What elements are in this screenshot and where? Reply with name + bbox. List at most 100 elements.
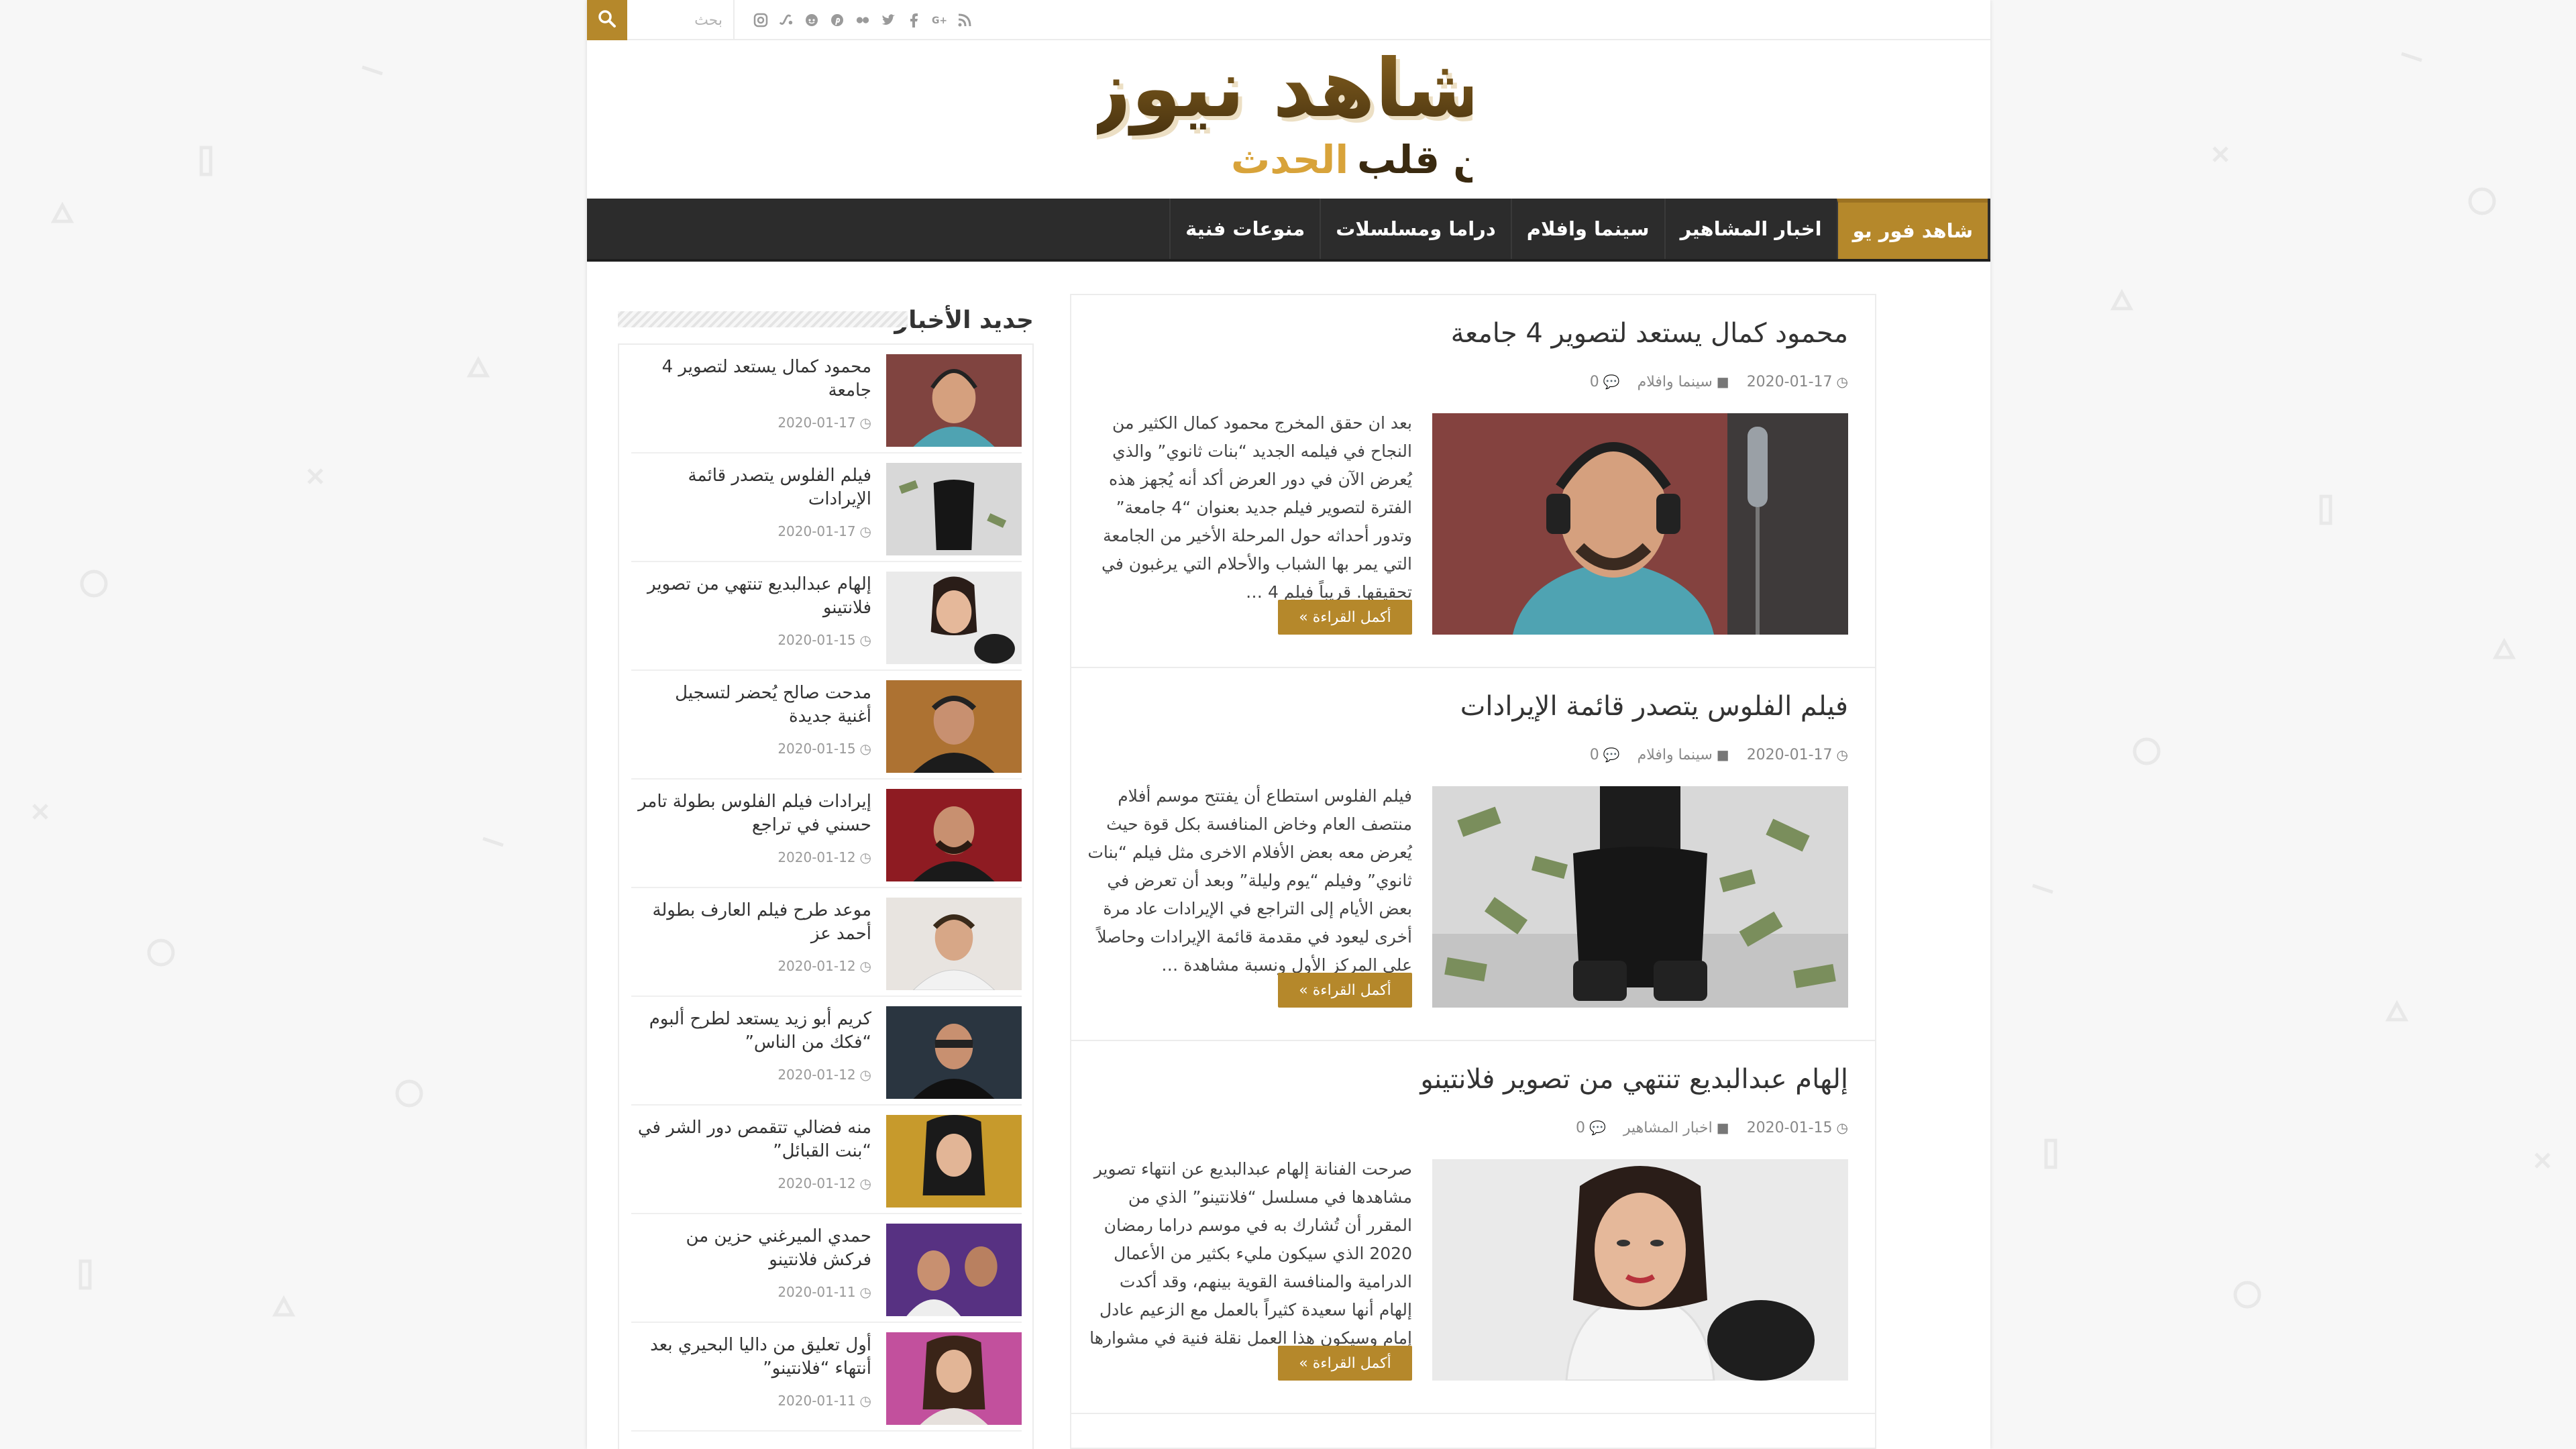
sidebar-thumbnail[interactable] [886, 572, 1022, 664]
nav-item-drama-series[interactable]: دراما ومسلسلات [1320, 199, 1510, 259]
nav-item-cinema-films[interactable]: سينما وافلام [1510, 199, 1664, 259]
clock-icon: ◷ [859, 1067, 871, 1083]
widget-title-stripes [618, 311, 908, 327]
flickr-icon[interactable] [855, 13, 870, 28]
sidebar-item-date-wrap: ◷ 2020-01-12 [777, 849, 871, 865]
sidebar-item-date: 2020-01-17 [777, 415, 856, 431]
nav-item-shahid-for-you[interactable]: شاهد فور يو [1836, 199, 1988, 259]
post-meta: ◷ 2020-01-15 ■ اخبار المشاهير 💬 0 [1564, 1118, 1848, 1138]
logo-tagline: من قلب [1357, 137, 1472, 183]
sidebar-item-title[interactable]: مدحت صالح يُحضر لتسجيل أغنية جديدة [637, 682, 871, 729]
sidebar-thumbnail[interactable] [886, 1224, 1022, 1316]
sidebar-item-title[interactable]: كريم أبو زيد يستعد لطرح ألبوم “فكك من ال… [637, 1008, 871, 1055]
comments-icon: 💬 [1603, 374, 1620, 390]
post-excerpt: فيلم الفلوس استطاع أن يفتتح موسم أفلام م… [1087, 786, 1412, 975]
post-title[interactable]: فيلم الفلوس يتصدر قائمة الإيرادات [1460, 691, 1848, 722]
sidebar-item-date-wrap: ◷ 2020-01-12 [777, 1067, 871, 1083]
sidebar-item-title[interactable]: إلهام عبدالبديع تنتهي من تصوير فلانتينو [637, 573, 871, 620]
read-more-button[interactable]: أكمل القراءة » [1278, 600, 1412, 635]
lastfm-icon[interactable] [779, 13, 794, 28]
sidebar-list-item[interactable]: منه فضالي تتقمص دور الشر في “بنت القبائل… [631, 1106, 1022, 1214]
sidebar-item-date: 2020-01-12 [777, 849, 856, 865]
post-item: محمود كمال يستعد لتصوير 4 جامعة ◷ 2020-01… [1071, 295, 1875, 668]
sidebar-thumbnail[interactable] [886, 789, 1022, 881]
site-logo[interactable]: شاهد نيوز شاهد نيوز الحدث من قلب [1081, 42, 1512, 193]
facebook-icon[interactable] [906, 13, 921, 28]
sidebar-thumbnail[interactable] [886, 1115, 1022, 1208]
sidebar-item-title[interactable]: موعد طرح فيلم العارف بطولة أحمد عز [637, 899, 871, 946]
sidebar-thumbnail[interactable] [886, 1332, 1022, 1425]
read-more-button[interactable]: أكمل القراءة » [1278, 1346, 1412, 1381]
search-button[interactable] [587, 0, 627, 40]
pinterest-icon[interactable] [830, 13, 845, 28]
recent-posts-widget: محمود كمال يستعد لتصوير 4 جامعة ◷ 2020-01… [618, 343, 1034, 1449]
clock-icon: ◷ [1836, 374, 1848, 390]
top-bar: G+ [587, 0, 1990, 40]
comments-icon: 💬 [1589, 1120, 1606, 1136]
sidebar-list-item[interactable]: إيرادات فيلم الفلوس بطولة تامر حسني في ت… [631, 780, 1022, 888]
logo-tagline-highlight: الحدث [1231, 137, 1348, 182]
sidebar-item-title[interactable]: منه فضالي تتقمص دور الشر في “بنت القبائل… [637, 1116, 871, 1163]
sidebar-item-date: 2020-01-12 [777, 1067, 856, 1083]
post-category[interactable]: اخبار المشاهير [1623, 1120, 1713, 1136]
sidebar-thumbnail[interactable] [886, 1006, 1022, 1099]
post-date: 2020-01-17 [1746, 373, 1833, 390]
clock-icon: ◷ [859, 1175, 871, 1191]
post-category[interactable]: سينما وافلام [1638, 747, 1713, 763]
folder-icon: ■ [1716, 747, 1729, 763]
clock-icon: ◷ [859, 1393, 871, 1409]
sidebar-list-item[interactable]: فيلم الفلوس يتصدر قائمة الإيرادات ◷ 2020-… [631, 453, 1022, 562]
rss-icon[interactable] [957, 13, 972, 28]
sidebar-item-date-wrap: ◷ 2020-01-15 [777, 632, 871, 648]
instagram-icon[interactable] [753, 13, 768, 28]
folder-icon: ■ [1716, 1120, 1729, 1136]
page-wrapper: G+ شاهد نيوز شاهد نيوز الحدث من قلب شاهد… [587, 0, 1990, 1449]
sidebar-item-title[interactable]: حمدي الميرغني حزين من فركش فلانتينو [637, 1225, 871, 1272]
post-meta: ◷ 2020-01-17 ■ سينما وافلام 💬 0 [1578, 745, 1848, 765]
twitter-icon[interactable] [881, 13, 896, 28]
sidebar-thumbnail[interactable] [886, 354, 1022, 447]
read-more-button[interactable]: أكمل القراءة » [1278, 973, 1412, 1008]
post-title[interactable]: إلهام عبدالبديع تنتهي من تصوير فلانتينو [1420, 1064, 1848, 1095]
clock-icon: ◷ [859, 849, 871, 865]
sidebar-thumbnail[interactable] [886, 680, 1022, 773]
post-thumbnail[interactable] [1432, 413, 1848, 635]
clock-icon: ◷ [859, 632, 871, 648]
sidebar-list-item[interactable]: إلهام عبدالبديع تنتهي من تصوير فلانتينو … [631, 562, 1022, 671]
search-input[interactable] [627, 0, 735, 40]
post-excerpt: بعد ان حقق المخرج محمود كمال الكثير من ا… [1102, 413, 1412, 602]
google-plus-icon[interactable]: G+ [932, 13, 947, 28]
sidebar-list-item[interactable]: كريم أبو زيد يستعد لطرح ألبوم “فكك من ال… [631, 997, 1022, 1106]
reddit-icon[interactable] [804, 13, 819, 28]
social-icons: G+ [753, 0, 972, 40]
post-thumbnail[interactable] [1432, 1159, 1848, 1381]
sidebar-list-item[interactable]: حمدي الميرغني حزين من فركش فلانتينو ◷ 202… [631, 1214, 1022, 1323]
clock-icon: ◷ [859, 415, 871, 431]
sidebar-list-item[interactable]: موعد طرح فيلم العارف بطولة أحمد عز ◷ 2020… [631, 888, 1022, 997]
sidebar: جديد الأخبار محمود كمال يستعد لتصوير 4 ج… [618, 294, 1034, 1449]
post-comments[interactable]: 0 [1590, 374, 1599, 390]
post-title[interactable]: محمود كمال يستعد لتصوير 4 جامعة [1451, 318, 1848, 349]
sidebar-thumbnail[interactable] [886, 898, 1022, 990]
sidebar-item-title[interactable]: إيرادات فيلم الفلوس بطولة تامر حسني في ت… [637, 790, 871, 837]
post-comments[interactable]: 0 [1576, 1120, 1585, 1136]
sidebar-list-item[interactable]: محمود كمال يستعد لتصوير 4 جامعة ◷ 2020-01… [631, 345, 1022, 453]
post-thumbnail[interactable] [1432, 786, 1848, 1008]
nav-item-art-misc[interactable]: منوعات فنية [1169, 199, 1320, 259]
sidebar-item-date: 2020-01-17 [777, 523, 856, 539]
clock-icon: ◷ [859, 523, 871, 539]
sidebar-item-date: 2020-01-15 [777, 632, 856, 648]
post-category[interactable]: سينما وافلام [1638, 374, 1713, 390]
post-meta: ◷ 2020-01-17 ■ سينما وافلام 💬 0 [1578, 372, 1848, 392]
sidebar-list-item[interactable]: أول تعليق من داليا البحيري بعد أنتهاء “ف… [631, 1323, 1022, 1432]
post-comments[interactable]: 0 [1590, 747, 1599, 763]
sidebar-thumbnail[interactable] [886, 463, 1022, 555]
sidebar-item-date: 2020-01-12 [777, 958, 856, 974]
clock-icon: ◷ [859, 958, 871, 974]
nav-item-celebrity-news[interactable]: اخبار المشاهير [1664, 199, 1837, 259]
sidebar-item-title[interactable]: محمود كمال يستعد لتصوير 4 جامعة [637, 356, 871, 402]
sidebar-list-item[interactable]: مدحت صالح يُحضر لتسجيل أغنية جديدة ◷ 2020… [631, 671, 1022, 780]
sidebar-item-title[interactable]: أول تعليق من داليا البحيري بعد أنتهاء “ف… [637, 1334, 871, 1381]
sidebar-item-title[interactable]: فيلم الفلوس يتصدر قائمة الإيرادات [637, 464, 871, 511]
comments-icon: 💬 [1603, 747, 1620, 763]
